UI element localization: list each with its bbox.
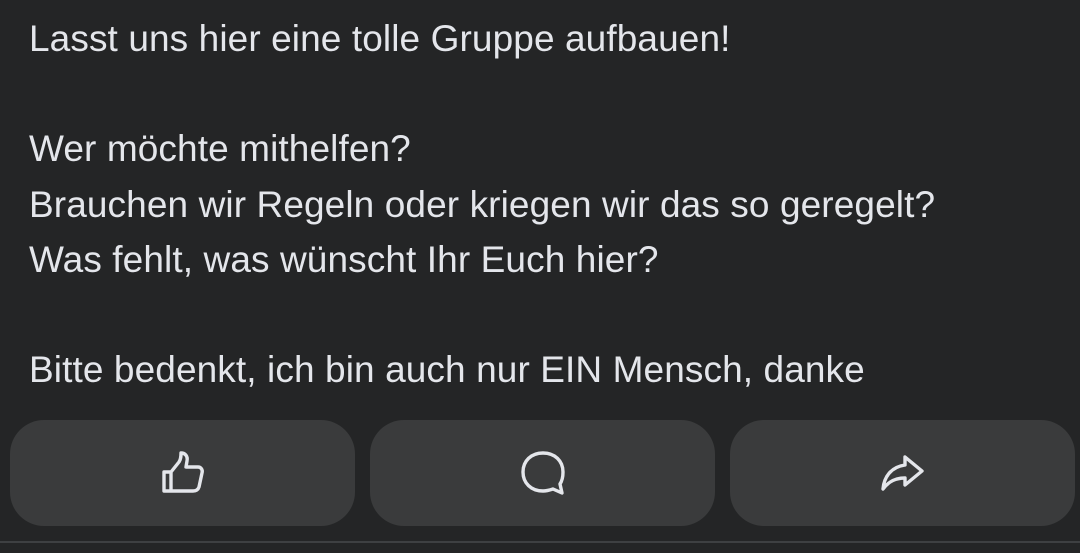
speech-bubble-icon [517, 447, 569, 499]
post-text-line: Was fehlt, was wünscht Ihr Euch hier? [29, 239, 659, 280]
post-action-bar [10, 420, 1076, 526]
comment-button[interactable] [370, 420, 715, 526]
share-button[interactable] [730, 420, 1075, 526]
post-text-line: Wer möchte mithelfen? [29, 128, 411, 169]
share-arrow-icon [878, 448, 928, 498]
thumbs-up-icon [160, 450, 206, 496]
divider [0, 541, 1080, 543]
like-button[interactable] [10, 420, 355, 526]
post-text-line: Lasst uns hier eine tolle Gruppe aufbaue… [29, 18, 731, 59]
post-card: Lasst uns hier eine tolle Gruppe aufbaue… [0, 0, 1080, 553]
post-text-line: Bitte bedenkt, ich bin auch nur EIN Mens… [29, 349, 865, 390]
post-text-line: Brauchen wir Regeln oder kriegen wir das… [29, 184, 936, 225]
